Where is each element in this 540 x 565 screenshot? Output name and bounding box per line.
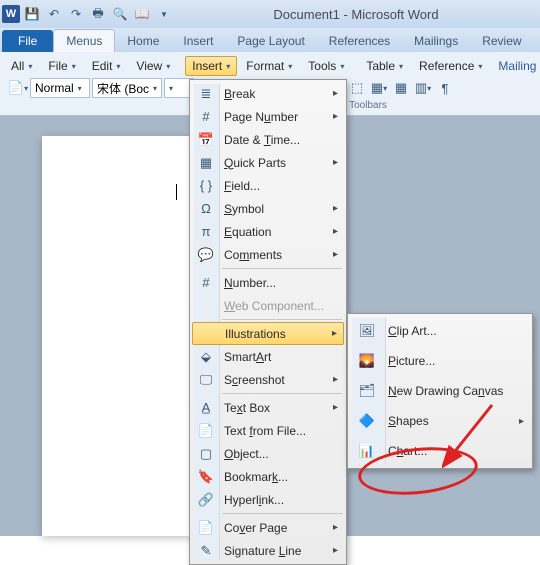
menu-mailing[interactable]: Mailing [491, 56, 540, 76]
bookmark-icon: 🔖 [194, 466, 218, 488]
menu-item-quick-parts[interactable]: ▦Quick Parts▸ [192, 151, 344, 174]
group-label-toolbars: Toolbars [349, 100, 387, 111]
tab-menus[interactable]: Menus [53, 29, 115, 52]
shapes-icon: 🔷 [352, 407, 382, 435]
borders-icon[interactable]: ▦▾ [369, 78, 389, 98]
font-combo[interactable]: 宋体 (Boc▾ [92, 78, 162, 98]
tab-file[interactable]: File [2, 30, 53, 52]
text-cursor [176, 184, 177, 200]
insert-dropdown-menu: ≣Break▸ #Page Number▸ 📅Date & Time... ▦Q… [189, 79, 347, 565]
tab-review[interactable]: Review [470, 30, 533, 52]
document-title: Document1 - Microsoft Word [174, 7, 538, 22]
menu-table[interactable]: Table▾ [359, 56, 410, 76]
menu-item-text-from-file[interactable]: 📄Text from File... [192, 419, 344, 442]
annotation-arrow-icon [442, 400, 502, 470]
menu-item-field[interactable]: { }Field... [192, 174, 344, 197]
clipart-icon: 🖼 [352, 317, 382, 345]
menu-view[interactable]: View▾ [129, 56, 177, 76]
menu-file[interactable]: File▾ [41, 56, 82, 76]
word-app-icon: W [2, 5, 20, 23]
menu-item-equation[interactable]: πEquation▸ [192, 220, 344, 243]
menu-item-bookmark[interactable]: 🔖Bookmark... [192, 465, 344, 488]
menu-reference[interactable]: Reference▾ [412, 56, 489, 76]
menu-item-cover-page[interactable]: 📄Cover Page▸ [192, 516, 344, 539]
tab-references[interactable]: References [317, 30, 402, 52]
page-number-icon: # [194, 106, 218, 128]
menu-item-signature-line[interactable]: ✎Signature Line▸ [192, 539, 344, 562]
calendar-icon: 📅 [194, 129, 218, 151]
menu-item-break[interactable]: ≣Break▸ [192, 82, 344, 105]
illustrations-submenu: 🖼Clip Art... 🌄Picture... 🗂New Drawing Ca… [347, 313, 533, 469]
smartart-icon: ⬙ [194, 346, 218, 368]
redo-icon[interactable]: ↷ [66, 4, 86, 24]
menu-format[interactable]: Format▾ [239, 56, 299, 76]
menu-item-clipart[interactable]: 🖼Clip Art... [350, 316, 530, 346]
qat-dropdown-icon[interactable]: ▼ [154, 4, 174, 24]
select-all-icon[interactable]: ⬚ [347, 78, 367, 98]
number-icon: # [194, 272, 218, 294]
picture-icon: 🌄 [352, 347, 382, 375]
menu-item-web-component: Web Component... [192, 294, 344, 317]
web-icon [194, 295, 218, 317]
hyperlink-icon: 🔗 [194, 489, 218, 511]
menu-item-symbol[interactable]: ΩSymbol▸ [192, 197, 344, 220]
field-icon: { } [194, 175, 218, 197]
show-marks-icon[interactable]: ¶ [435, 78, 455, 98]
quick-access-toolbar: 💾 ↶ ↷ 🖶 🔍 📖 ▼ [22, 4, 174, 24]
break-icon: ≣ [194, 83, 218, 105]
qat-book-icon[interactable]: 📖 [132, 4, 152, 24]
comment-icon: 💬 [194, 244, 218, 266]
menu-item-object[interactable]: ▢Object... [192, 442, 344, 465]
tab-insert[interactable]: Insert [171, 30, 225, 52]
menu-item-illustrations[interactable]: Illustrations▸ [192, 322, 344, 345]
quickparts-icon: ▦ [194, 152, 218, 174]
menu-item-page-number[interactable]: #Page Number▸ [192, 105, 344, 128]
qat-print-icon[interactable]: 🖶 [88, 4, 108, 24]
menu-item-hyperlink[interactable]: 🔗Hyperlink... [192, 488, 344, 511]
textbox-icon: A̲ [194, 397, 218, 419]
tab-page-layout[interactable]: Page Layout [225, 30, 316, 52]
menu-all[interactable]: All▾ [4, 56, 39, 76]
omega-icon: Ω [194, 198, 218, 220]
signature-icon: ✎ [194, 540, 218, 562]
menu-item-new-canvas[interactable]: 🗂New Drawing Canvas [350, 376, 530, 406]
style-combo[interactable]: Normal▾ [30, 78, 90, 98]
coverpage-icon: 📄 [194, 517, 218, 539]
menu-insert[interactable]: Insert▾ [185, 56, 237, 76]
pi-icon: π [194, 221, 218, 243]
menu-tools[interactable]: Tools▾ [301, 56, 351, 76]
menu-item-shapes[interactable]: 🔷Shapes▸ [350, 406, 530, 436]
menu-item-number[interactable]: #Number... [192, 271, 344, 294]
menu-item-picture[interactable]: 🌄Picture... [350, 346, 530, 376]
formatting-icon[interactable]: 📄▾ [8, 78, 28, 98]
insert-table-icon[interactable]: ▦ [391, 78, 411, 98]
menu-item-date-time[interactable]: 📅Date & Time... [192, 128, 344, 151]
menu-item-text-box[interactable]: A̲Text Box▸ [192, 396, 344, 419]
title-bar: W 💾 ↶ ↷ 🖶 🔍 📖 ▼ Document1 - Microsoft Wo… [0, 0, 540, 28]
qat-preview-icon[interactable]: 🔍 [110, 4, 130, 24]
save-icon[interactable]: 💾 [22, 4, 42, 24]
tab-mailings[interactable]: Mailings [402, 30, 470, 52]
menu-edit[interactable]: Edit▾ [85, 56, 128, 76]
tab-home[interactable]: Home [115, 30, 171, 52]
screenshot-icon: 🖵 [194, 369, 218, 391]
menu-item-screenshot[interactable]: 🖵Screenshot▸ [192, 368, 344, 391]
textfile-icon: 📄 [194, 420, 218, 442]
ribbon-tabs: File Menus Home Insert Page Layout Refer… [0, 28, 540, 52]
menu-item-comments[interactable]: 💬Comments▸ [192, 243, 344, 266]
menu-item-smartart[interactable]: ⬙SmartArt [192, 345, 344, 368]
illustrations-icon [195, 323, 219, 345]
object-icon: ▢ [194, 443, 218, 465]
undo-icon[interactable]: ↶ [44, 4, 64, 24]
columns-icon[interactable]: ▥▾ [413, 78, 433, 98]
canvas-icon: 🗂 [352, 377, 382, 405]
